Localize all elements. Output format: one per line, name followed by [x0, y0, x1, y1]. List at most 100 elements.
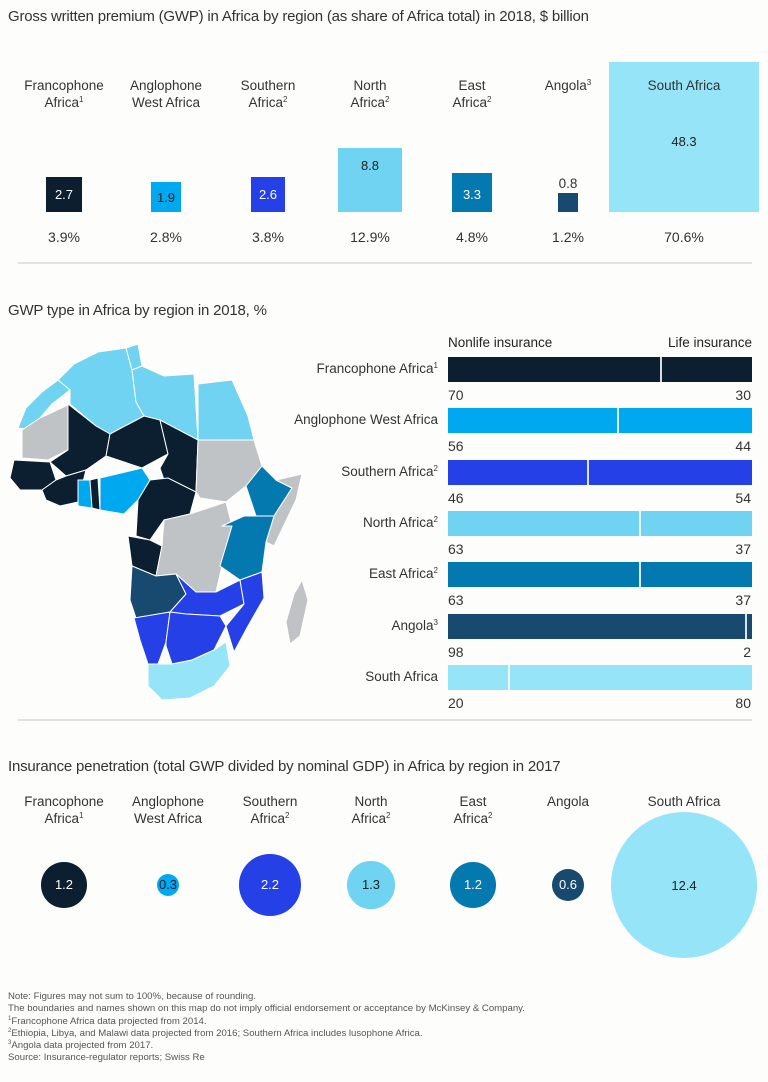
nonlife-segment	[448, 510, 640, 536]
nonlife-header: Nonlife insurance	[448, 335, 553, 350]
gwp-share-label: 70.6%	[664, 229, 704, 245]
gwp-share-label: 12.9%	[350, 229, 390, 245]
bubble-southern: 2.2	[239, 854, 301, 916]
life-segment	[639, 562, 752, 588]
footnote-line: 2Ethiopia, Libya, and Malawi data projec…	[8, 1027, 423, 1039]
bubble-value-label: 2.2	[260, 877, 280, 893]
life-segment	[660, 357, 752, 382]
bubble-value-label: 1.3	[361, 877, 381, 893]
life-value: 80	[735, 694, 751, 711]
section-divider	[18, 719, 752, 721]
penetration-category-label: East Africa2	[453, 794, 493, 826]
nonlife-value: 98	[448, 643, 464, 660]
bubble-value-label: 0.6	[558, 877, 578, 893]
nonlife-segment	[448, 408, 619, 434]
row-label-north: North Africa2	[363, 514, 438, 530]
segment-divider	[659, 357, 662, 382]
stacked-bar-south_africa	[448, 664, 752, 690]
gwp-category-label: Anglophone West Africa	[129, 78, 203, 110]
gwp-category-label: North Africa2	[350, 78, 390, 110]
gwp-value-label: 2.7	[54, 186, 74, 202]
row-label-anglophone_west: Anglophone West Africa	[294, 412, 438, 428]
life-header: Life insurance	[667, 335, 752, 350]
gwp-value-label: 8.8	[360, 157, 380, 173]
life-value: 2	[743, 643, 751, 660]
gwp-value-label: 0.8	[558, 176, 578, 191]
bubble-value-label: 1.2	[54, 877, 74, 893]
gwp-share-label: 1.2%	[552, 229, 584, 245]
segment-divider	[638, 562, 641, 588]
gwp-square-anglophone_west: 1.9	[151, 182, 181, 212]
stacked-bar-angola	[448, 613, 752, 639]
nonlife-value: 46	[448, 489, 464, 506]
gwp-square-north: 8.8	[337, 147, 402, 212]
map-region-togo-benin	[89, 477, 101, 511]
stacked-bar-southern	[448, 459, 752, 485]
penetration-category-label: Anglophone West Africa	[131, 794, 205, 826]
gwp-square-angola	[558, 192, 578, 212]
bubble-francophone: 1.2	[41, 862, 87, 908]
life-value: 54	[735, 489, 751, 506]
gwp-category-label: South Africa	[647, 78, 721, 93]
gwp-square-east: 3.3	[452, 172, 492, 212]
row-label-east: East Africa2	[369, 566, 438, 582]
segment-divider	[638, 510, 641, 536]
penetration-category-label: North Africa2	[351, 794, 391, 826]
penetration-category-label: Angola	[546, 794, 590, 809]
nonlife-segment	[448, 357, 661, 382]
gwp-chart-title: Gross written premium (GWP) in Africa by…	[8, 8, 589, 25]
nonlife-value: 20	[448, 694, 464, 711]
nonlife-segment	[448, 562, 640, 588]
life-segment	[587, 459, 752, 485]
gwp-value-label: 2.6	[258, 187, 278, 203]
gwp-share-label: 2.8%	[150, 229, 182, 245]
map-region-egypt	[197, 379, 255, 441]
life-value: 44	[735, 438, 751, 455]
gwp-category-label: Francophone Africa1	[24, 78, 104, 110]
bubble-south_africa: 12.4	[611, 812, 757, 958]
gwp-type-chart-title: GWP type in Africa by region in 2018, %	[8, 302, 267, 319]
row-label-southern: Southern Africa2	[341, 463, 438, 479]
nonlife-segment	[448, 664, 509, 690]
map-region-uganda-kenya-tanzania	[219, 515, 275, 581]
bubble-anglophone_west: 0.3	[156, 873, 180, 897]
stacked-bar-east	[448, 562, 752, 588]
segment-divider	[617, 408, 620, 434]
map-region-namibia	[133, 611, 171, 665]
gwp-share-label: 3.8%	[252, 229, 284, 245]
section-divider	[18, 262, 752, 264]
bubble-value-label: 12.4	[671, 877, 697, 893]
nonlife-value: 63	[448, 592, 464, 609]
row-label-south_africa: South Africa	[365, 668, 438, 684]
bubble-value-label: 0.3	[158, 877, 178, 893]
nonlife-value: 63	[448, 540, 464, 557]
footnote-line: 1Francophone Africa data projected from …	[8, 1015, 207, 1027]
gwp-square-southern: 2.6	[250, 177, 286, 212]
stacked-bar-north	[448, 510, 752, 536]
stacked-bar-francophone	[448, 357, 752, 382]
nonlife-segment	[448, 459, 588, 485]
bubble-value-label: 1.2	[463, 877, 483, 893]
life-segment	[508, 664, 752, 690]
life-segment	[618, 408, 752, 434]
footnote-line: The boundaries and names shown on this m…	[8, 1003, 525, 1015]
footnotes: Note: Figures may not sum to 100%, becau…	[8, 991, 525, 1065]
penetration-category-label: South Africa	[647, 794, 721, 809]
row-label-francophone: Francophone Africa1	[316, 361, 438, 376]
gwp-share-label: 3.9%	[48, 229, 80, 245]
nonlife-segment	[448, 613, 746, 639]
gwp-category-label: Southern Africa2	[240, 78, 296, 110]
footnote-line: Note: Figures may not sum to 100%, becau…	[8, 991, 256, 1002]
segment-divider	[744, 613, 747, 639]
footnote-line: 3Angola data projected from 2017.	[8, 1040, 154, 1052]
penetration-category-label: Southern Africa2	[242, 794, 298, 826]
gwp-value-label: 3.3	[462, 186, 482, 202]
penetration-chart-title: Insurance penetration (total GWP divided…	[8, 758, 561, 775]
map-region-madagascar	[285, 579, 309, 645]
gwp-value-label: 1.9	[156, 189, 176, 205]
nonlife-value: 70	[448, 387, 464, 403]
gwp-value-label: 48.3	[671, 134, 697, 149]
bubble-east: 1.2	[450, 862, 496, 908]
segment-divider	[586, 459, 589, 485]
row-label-angola: Angola3	[391, 617, 439, 633]
